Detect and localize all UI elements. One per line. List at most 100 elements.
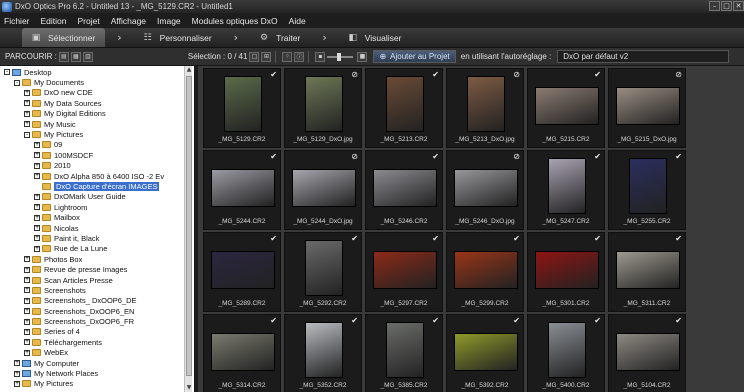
expand-icon[interactable]: + [24, 89, 30, 96]
tree-item[interactable]: + Lightroom [0, 202, 184, 212]
tree-item[interactable]: + My Digital Editions [0, 109, 184, 119]
thumbnail-cell[interactable]: ✔ _MG_5314.CR2 [203, 314, 281, 392]
thumbnail-cell[interactable]: ✔ _MG_5301.CR2 [527, 232, 605, 312]
expand-icon[interactable]: + [24, 110, 30, 117]
thumbnail-cell[interactable]: ✔ _MG_5292.CR2 [284, 232, 362, 312]
thumbnail-cell[interactable]: ✔ _MG_5215.CR2 [527, 68, 605, 148]
tree-item[interactable]: + DxO Alpha 850 à 6400 ISO -2 Ev [0, 171, 184, 181]
minimize-icon[interactable]: – [709, 1, 720, 11]
menu-aide[interactable]: Aide [289, 16, 306, 26]
info-icon[interactable]: ⓘ [294, 51, 305, 62]
thumbnail-cell[interactable]: ✔ _MG_5247.CR2 [527, 150, 605, 230]
collapse-icon[interactable]: - [14, 79, 20, 86]
close-icon[interactable]: ✕ [733, 1, 744, 11]
expand-icon[interactable]: + [34, 173, 40, 180]
tree-item[interactable]: + Téléchargements [0, 337, 184, 347]
expand-icon[interactable]: + [24, 339, 30, 346]
photo-thumbnail[interactable] [548, 158, 586, 214]
tree-item[interactable]: - Desktop [0, 67, 184, 77]
expand-icon[interactable]: + [24, 308, 30, 315]
expand-icon[interactable]: + [34, 193, 40, 200]
photo-thumbnail[interactable] [211, 169, 275, 207]
tree-item[interactable]: + Screenshots_DxOOP6_EN [0, 306, 184, 316]
scroll-up-icon[interactable]: ▲ [185, 66, 193, 74]
maximize-icon[interactable]: □ [721, 1, 732, 11]
expand-icon[interactable]: + [34, 245, 40, 252]
tree-item[interactable]: + Nicolas [0, 223, 184, 233]
tree-item[interactable]: DxO Capture d'écran IMAGES [0, 181, 184, 191]
photo-thumbnail[interactable] [211, 251, 275, 289]
collapse-icon[interactable]: - [4, 69, 10, 76]
photo-thumbnail[interactable] [224, 76, 262, 132]
tree-item[interactable]: + DxO new CDE [0, 88, 184, 98]
menu-edition[interactable]: Edition [41, 16, 67, 26]
tree-item[interactable]: + WebEx [0, 348, 184, 358]
thumbnail-cell[interactable]: ✔ _MG_5392.CR2 [446, 314, 524, 392]
expand-icon[interactable]: + [34, 204, 40, 211]
photo-thumbnail[interactable] [535, 251, 599, 289]
photo-thumbnail[interactable] [467, 76, 505, 132]
photo-thumbnail[interactable] [535, 87, 599, 125]
list-view-button[interactable]: ▦ [70, 51, 81, 62]
thumbnail-cell[interactable]: ✔ _MG_5246.CR2 [365, 150, 443, 230]
thumbnail-size-slider[interactable] [327, 52, 354, 61]
slider-knob[interactable] [337, 52, 342, 61]
tree-item[interactable]: + Photos Box [0, 254, 184, 264]
thumbnail-cell[interactable]: ✔ _MG_5244.CR2 [203, 150, 281, 230]
menu-modules-optiques[interactable]: Modules optiques DxO [192, 16, 278, 26]
tree-item[interactable]: + My Data Sources [0, 98, 184, 108]
expand-icon[interactable]: + [24, 297, 30, 304]
expand-icon[interactable]: + [14, 370, 20, 377]
thumbnail-cell[interactable]: ⊘ _MG_5213_DxO.jpg [446, 68, 524, 148]
expand-icon[interactable]: + [24, 287, 30, 294]
photo-thumbnail[interactable] [373, 251, 437, 289]
thumbnail-cell[interactable]: ⊘ _MG_5244_DxO.jpg [284, 150, 362, 230]
photo-thumbnail[interactable] [305, 240, 343, 296]
expand-icon[interactable]: + [14, 380, 20, 387]
expand-icon[interactable]: + [24, 121, 30, 128]
tree-item[interactable]: +09 [0, 140, 184, 150]
scroll-down-icon[interactable]: ▼ [185, 384, 193, 392]
tree-item[interactable]: + Series of 4 [0, 327, 184, 337]
photo-thumbnail[interactable] [292, 169, 356, 207]
expand-icon[interactable]: + [24, 277, 30, 283]
tree-item[interactable]: - My Documents [0, 77, 184, 87]
thumbnail-cell[interactable]: ⊘ _MG_5129_DxO.jpg [284, 68, 362, 148]
grid-view-button[interactable]: ⊞ [261, 51, 272, 62]
expand-icon[interactable]: + [24, 100, 30, 107]
tab-traiter[interactable]: ⚙ Traiter [250, 28, 310, 47]
project-view-button[interactable]: ▥ [82, 51, 93, 62]
photo-thumbnail[interactable] [386, 76, 424, 132]
tab-personnaliser[interactable]: ☷ Personnaliser [134, 28, 222, 47]
tree-item[interactable]: +2010 [0, 161, 184, 171]
menu-affichage[interactable]: Affichage [111, 16, 146, 26]
photo-thumbnail[interactable] [386, 322, 424, 378]
folder-view-button[interactable]: ▤ [58, 51, 69, 62]
menu-fichier[interactable]: Fichier [4, 16, 30, 26]
expand-icon[interactable]: + [34, 235, 40, 242]
photo-thumbnail[interactable] [454, 333, 518, 371]
photo-thumbnail[interactable] [305, 76, 343, 132]
photo-thumbnail[interactable] [616, 87, 680, 125]
tree-item[interactable]: + Screenshots [0, 285, 184, 295]
scroll-thumb[interactable] [186, 76, 192, 376]
menu-image[interactable]: Image [157, 16, 181, 26]
tree-item[interactable]: + Screenshots_DxOOP6_FR [0, 316, 184, 326]
expand-icon[interactable]: + [34, 214, 40, 221]
tree-item[interactable]: +100MSDCF [0, 150, 184, 160]
thumbnail-cell[interactable]: ✔ _MG_5289.CR2 [203, 232, 281, 312]
photo-thumbnail[interactable] [548, 322, 586, 378]
thumbnail-cell[interactable]: ✔ _MG_5299.CR2 [446, 232, 524, 312]
thumbnail-cell[interactable]: ✔ _MG_5104.CR2 [608, 314, 686, 392]
collapse-icon[interactable]: - [24, 131, 30, 138]
thumbnail-cell[interactable]: ✔ _MG_5213.CR2 [365, 68, 443, 148]
photo-thumbnail[interactable] [454, 169, 518, 207]
expand-icon[interactable]: + [24, 349, 30, 356]
tab-selectionner[interactable]: ▣ Sélectionner [22, 28, 106, 47]
tree-item[interactable]: - My Pictures [0, 129, 184, 139]
tree-item[interactable]: + My Music [0, 119, 184, 129]
thumbnail-cell[interactable]: ✔ _MG_5297.CR2 [365, 232, 443, 312]
add-to-project-button[interactable]: ⊕ Ajouter au Projet [373, 50, 456, 63]
thumbnail-cell[interactable]: ✔ _MG_5400.CR2 [527, 314, 605, 392]
expand-icon[interactable]: + [34, 141, 40, 148]
